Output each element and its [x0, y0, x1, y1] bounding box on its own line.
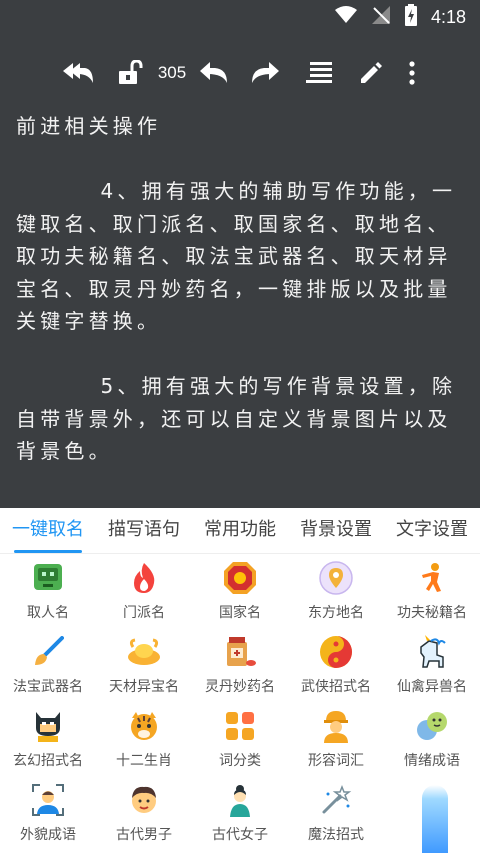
more-vert-icon — [409, 61, 415, 85]
tool-label: 十二生肖 — [116, 753, 172, 769]
redo-button[interactable] — [248, 50, 282, 96]
emotions-icon — [414, 708, 450, 744]
battery-charging-icon — [404, 4, 417, 30]
man-face-icon — [126, 782, 162, 818]
unlock-icon — [119, 60, 143, 84]
tool-label: 法宝武器名 — [13, 679, 83, 695]
tool-label: 功夫秘籍名 — [397, 605, 467, 621]
masked-hero-icon — [30, 708, 66, 744]
no-signal-icon — [371, 5, 391, 29]
unicorn-icon — [414, 634, 450, 670]
tab-one-click-naming[interactable]: 一键取名 — [0, 508, 96, 553]
tool-adjectives[interactable]: 形容词汇 — [288, 702, 384, 776]
tiger-icon — [126, 708, 162, 744]
tool-magic-move[interactable]: 魔法招式 — [288, 776, 384, 850]
paragraph: 4、拥有强大的辅助写作功能，一键取名、取门派名、取国家名、取地名、取功夫秘籍名、… — [16, 179, 457, 333]
pencil-icon — [361, 62, 382, 83]
tool-person-name[interactable]: 取人名 — [0, 554, 96, 628]
tool-tabs: 一键取名 描写语句 常用功能 背景设置 文字设置 — [0, 508, 480, 554]
format-button[interactable] — [304, 50, 336, 96]
history-counter: 305 — [157, 63, 187, 82]
yin-yang-icon — [318, 634, 354, 670]
undo-button[interactable] — [197, 50, 231, 96]
brush-icon — [30, 634, 66, 670]
tool-label: 外貌成语 — [20, 827, 76, 843]
tool-magic-weapon[interactable]: 法宝武器名 — [0, 628, 96, 702]
tool-label: 天材异宝名 — [109, 679, 179, 695]
status-bar: 4:18 — [0, 0, 480, 34]
reply-all-icon — [63, 63, 93, 83]
tool-treasure[interactable]: 天材异宝名 — [96, 628, 192, 702]
tool-ancient-woman[interactable]: 古代女子 — [192, 776, 288, 850]
tab-background-settings[interactable]: 背景设置 — [288, 508, 384, 553]
tool-label: 魔法招式 — [308, 827, 364, 843]
gold-ingot-icon — [126, 634, 162, 670]
tool-label: 国家名 — [219, 605, 261, 621]
redo-icon — [252, 62, 279, 83]
clock-time: 4:18 — [430, 6, 466, 27]
tool-label: 古代男子 — [116, 827, 172, 843]
tab-common-functions[interactable]: 常用功能 — [192, 508, 288, 553]
format-align-icon — [306, 62, 332, 83]
location-pin-icon — [318, 560, 354, 596]
unlock-button[interactable] — [116, 50, 144, 96]
undo-icon — [200, 62, 227, 83]
scroll-indicator — [422, 785, 448, 853]
flame-icon — [126, 560, 162, 596]
wifi-icon — [334, 6, 357, 28]
tool-mythic-beast[interactable]: 仙禽异兽名 — [384, 628, 480, 702]
worker-icon — [318, 708, 354, 744]
tool-eastern-place[interactable]: 东方地名 — [288, 554, 384, 628]
woman-icon — [222, 782, 258, 818]
paragraph: 5、拥有强大的写作背景设置，除自带背景外，还可以自定义背景图片以及背景色。 — [16, 374, 457, 463]
magic-wand-icon — [318, 782, 354, 818]
tool-emotion-idioms[interactable]: 情绪成语 — [384, 702, 480, 776]
naming-tools-grid: 取人名 门派名 国家名 东方地名 功夫秘籍名 法宝武器名 天材异宝名 灵丹妙药名… — [0, 554, 480, 850]
medicine-icon — [222, 634, 258, 670]
tool-word-category[interactable]: 词分类 — [192, 702, 288, 776]
tab-text-settings[interactable]: 文字设置 — [384, 508, 480, 553]
tool-label: 东方地名 — [308, 605, 364, 621]
tool-martial-move[interactable]: 武侠招式名 — [288, 628, 384, 702]
categories-icon — [222, 708, 258, 744]
tool-label: 古代女子 — [212, 827, 268, 843]
tool-sect-name[interactable]: 门派名 — [96, 554, 192, 628]
kungfu-icon — [414, 560, 450, 596]
tool-fantasy-move[interactable]: 玄幻招式名 — [0, 702, 96, 776]
writing-tools-panel: 一键取名 描写语句 常用功能 背景设置 文字设置 取人名 门派名 国家名 东方地… — [0, 508, 480, 853]
tool-zodiac[interactable]: 十二生肖 — [96, 702, 192, 776]
tool-label: 玄幻招式名 — [13, 753, 83, 769]
tab-description-phrases[interactable]: 描写语句 — [96, 508, 192, 553]
reply-all-button[interactable] — [62, 50, 96, 96]
robot-face-icon — [30, 560, 66, 596]
tool-country-name[interactable]: 国家名 — [192, 554, 288, 628]
emblem-icon — [222, 560, 258, 596]
tool-label: 灵丹妙药名 — [205, 679, 275, 695]
text-editor[interactable]: 前进相关操作 4、拥有强大的辅助写作功能，一键取名、取门派名、取国家名、取地名、… — [0, 96, 480, 508]
tool-appearance-idioms[interactable]: 外貌成语 — [0, 776, 96, 850]
tool-label: 形容词汇 — [308, 753, 364, 769]
tool-label: 武侠招式名 — [301, 679, 371, 695]
more-options-button[interactable] — [400, 50, 424, 96]
tool-label: 情绪成语 — [404, 753, 460, 769]
tool-elixir[interactable]: 灵丹妙药名 — [192, 628, 288, 702]
face-scan-icon — [30, 782, 66, 818]
tool-label: 取人名 — [27, 605, 69, 621]
paragraph: 前进相关操作 — [16, 114, 162, 138]
tool-ancient-man[interactable]: 古代男子 — [96, 776, 192, 850]
editor-toolbar: 305 — [0, 50, 480, 96]
tool-label: 门派名 — [123, 605, 165, 621]
edit-button[interactable] — [356, 50, 386, 96]
tool-label: 仙禽异兽名 — [397, 679, 467, 695]
tool-label: 词分类 — [219, 753, 261, 769]
tool-kungfu-manual[interactable]: 功夫秘籍名 — [384, 554, 480, 628]
